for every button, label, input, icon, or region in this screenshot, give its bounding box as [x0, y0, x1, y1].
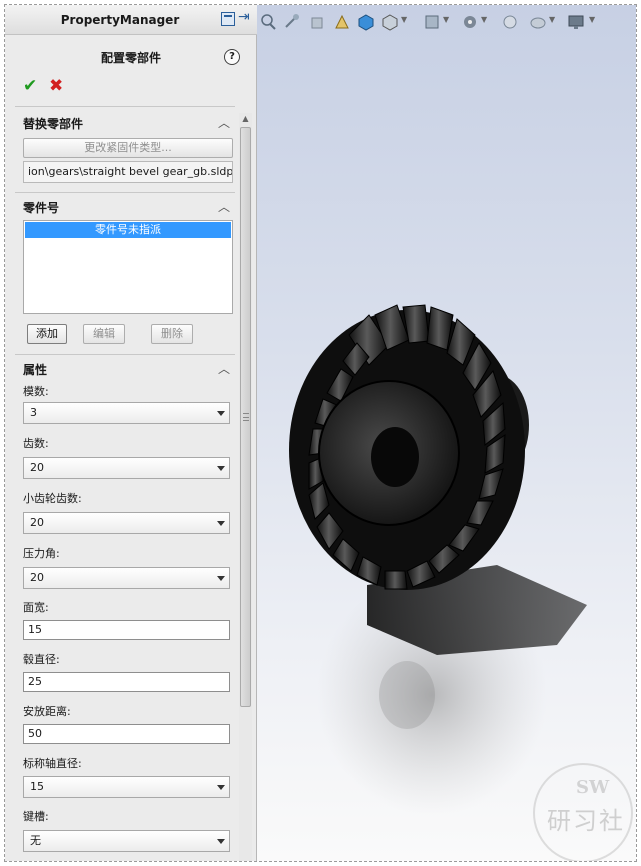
teeth-count-select[interactable]: 20	[23, 457, 230, 479]
teeth-count-value: 20	[30, 461, 44, 474]
window-frame: ▼ ▼ ▼ ▼ ▼ PropertyManager ⇥ 配置零部件 ? ✔ ✖ …	[4, 4, 637, 862]
heads-up-toolbar: ▼ ▼ ▼ ▼ ▼	[257, 13, 636, 35]
apply-scene-icon[interactable]	[501, 13, 519, 31]
nominal-shaft-diameter-select[interactable]: 15	[23, 776, 230, 798]
section-divider	[15, 354, 235, 355]
cancel-button[interactable]: ✖	[49, 76, 63, 96]
section-view-icon[interactable]	[309, 13, 327, 31]
keyway-select[interactable]: 无	[23, 830, 230, 852]
zoom-to-area-icon[interactable]	[259, 13, 277, 31]
view-settings-icon[interactable]	[529, 13, 547, 31]
part-number-list[interactable]: 零件号未指派	[23, 220, 233, 314]
pressure-angle-select[interactable]: 20	[23, 567, 230, 589]
pinion-teeth-label: 小齿轮齿数:	[23, 492, 82, 505]
ok-button[interactable]: ✔	[23, 76, 37, 96]
panel-controls: ⇥	[221, 9, 253, 27]
add-button[interactable]: 添加	[27, 324, 67, 344]
view-orientation-icon[interactable]	[357, 13, 375, 31]
property-manager-title: PropertyManager	[60, 13, 180, 27]
monitor-icon[interactable]	[567, 13, 585, 31]
checkmark-icon: ✔	[23, 76, 38, 96]
module-label: 模数:	[23, 385, 49, 398]
component-path-field[interactable]: ion\gears\straight bevel gear_gb.sldprt	[23, 161, 233, 183]
scroll-up-icon[interactable]: ▲	[239, 113, 252, 125]
chevron-up-icon[interactable]: ︿	[217, 362, 231, 376]
graphics-viewport[interactable]	[257, 5, 637, 862]
feature-title: 配置零部件	[100, 51, 161, 65]
scrollbar-thumb[interactable]	[240, 127, 251, 707]
mounting-distance-label: 安放距离:	[23, 705, 71, 718]
chevron-up-icon[interactable]: ︿	[217, 200, 231, 214]
monitor-dropdown-icon[interactable]: ▼	[589, 15, 595, 24]
mounting-distance-field[interactable]: 50	[23, 724, 230, 744]
chevron-down-icon	[217, 839, 225, 844]
list-item[interactable]: 零件号未指派	[25, 222, 231, 238]
help-icon[interactable]: ?	[224, 49, 240, 65]
watermark-text: 研习社	[547, 807, 625, 835]
gear-bore	[371, 427, 419, 487]
property-manager-panel: PropertyManager ⇥ 配置零部件 ? ✔ ✖ 替换零部件 ︿ 更改…	[5, 5, 257, 861]
chevron-up-icon[interactable]: ︿	[217, 116, 231, 130]
pressure-angle-value: 20	[30, 571, 44, 584]
hub-diameter-field[interactable]: 25	[23, 672, 230, 692]
chevron-down-icon	[217, 576, 225, 581]
chevron-down-icon	[217, 521, 225, 526]
hide-show-dropdown-icon[interactable]: ▼	[443, 15, 449, 24]
appearance-dropdown-icon[interactable]: ▼	[481, 15, 487, 24]
view-settings-dropdown-icon[interactable]: ▼	[549, 15, 555, 24]
hide-show-items-icon[interactable]	[423, 13, 441, 31]
teeth-count-label: 齿数:	[23, 437, 49, 450]
delete-button[interactable]: 删除	[151, 324, 193, 344]
chevron-down-icon	[217, 411, 225, 416]
dynamic-annotation-icon[interactable]	[333, 13, 351, 31]
module-select[interactable]: 3	[23, 402, 230, 424]
chevron-down-icon	[217, 466, 225, 471]
display-style-dropdown-icon[interactable]: ▼	[401, 15, 407, 24]
section-divider	[15, 106, 235, 107]
previous-view-icon[interactable]	[283, 13, 301, 31]
pressure-angle-label: 压力角:	[23, 547, 60, 560]
collapse-panel-icon[interactable]	[221, 12, 235, 26]
replace-section-header[interactable]: 替换零部件	[23, 115, 83, 132]
hub-diameter-label: 毂直径:	[23, 653, 60, 666]
pinion-teeth-select[interactable]: 20	[23, 512, 230, 534]
keyway-value: 无	[30, 834, 41, 847]
part-number-section-header[interactable]: 零件号	[23, 199, 59, 216]
watermark-text: SW	[576, 777, 610, 798]
module-value: 3	[30, 406, 37, 419]
edit-button[interactable]: 编辑	[83, 324, 125, 344]
property-manager-titlebar: PropertyManager ⇥	[5, 5, 257, 35]
gear-model[interactable]	[257, 5, 637, 862]
edit-appearance-icon[interactable]	[461, 13, 479, 31]
panel-scrollbar[interactable]: ▲	[239, 113, 252, 861]
change-fastener-type-button[interactable]: 更改紧固件类型...	[23, 138, 233, 158]
face-width-label: 面宽:	[23, 601, 49, 614]
properties-section-header[interactable]: 属性	[23, 361, 47, 378]
face-width-field[interactable]: 15	[23, 620, 230, 640]
pinion-teeth-value: 20	[30, 516, 44, 529]
grip-icon	[243, 413, 249, 421]
keyway-label: 键槽:	[23, 810, 49, 823]
section-divider	[15, 192, 235, 193]
nominal-shaft-diameter-label: 标称轴直径:	[23, 757, 82, 770]
chevron-down-icon	[217, 785, 225, 790]
close-icon: ✖	[49, 76, 64, 96]
pin-icon[interactable]: ⇥	[238, 9, 250, 25]
display-style-icon[interactable]	[381, 13, 399, 31]
nominal-shaft-diameter-value: 15	[30, 780, 44, 793]
